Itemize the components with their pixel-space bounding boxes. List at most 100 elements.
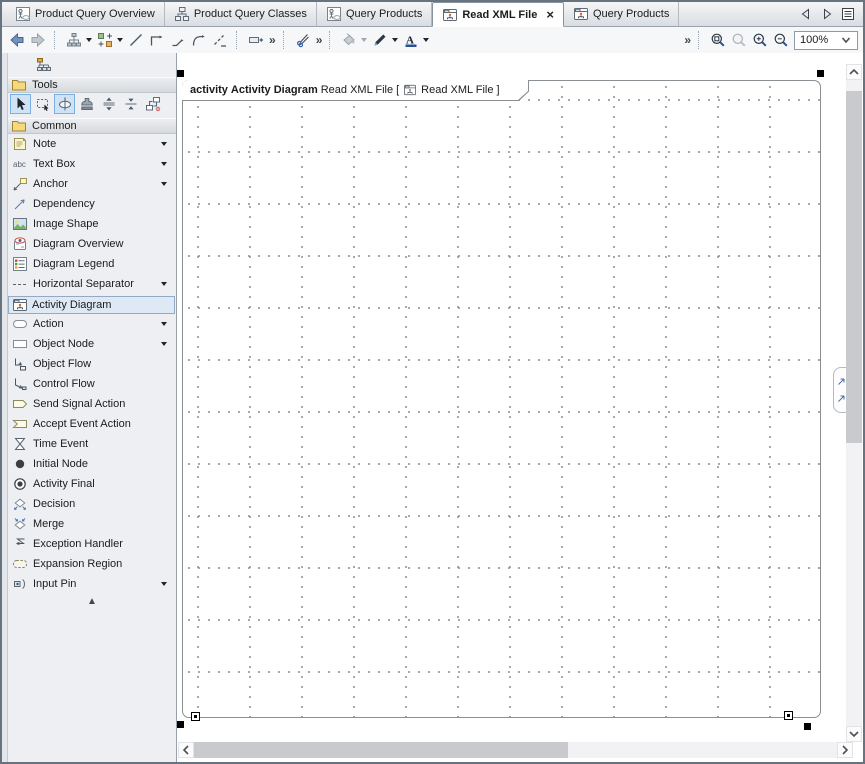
vertical-scrollbar[interactable] [846,64,862,742]
align-shapes-button[interactable] [95,29,115,51]
previous-tab-button[interactable] [798,6,814,22]
line-color-button-dropdown-icon[interactable] [392,38,398,42]
vertical-scroll-thumb[interactable] [846,91,862,443]
toolbar-overflow-chevron[interactable]: » [267,33,277,47]
vertical-sweeper-tool[interactable] [98,94,119,114]
palette-header-common[interactable]: Common [8,118,176,134]
curved-line-button[interactable] [189,29,209,51]
frame-header[interactable]: activity Activity Diagram Read XML File … [182,80,528,100]
zoom-level-combo[interactable]: 100% [794,31,858,50]
split-view-button[interactable] [293,29,313,51]
diagram-canvas[interactable]: activity Activity Diagram Read XML File … [177,53,863,762]
scroll-up-button[interactable] [846,64,862,80]
palette-item-diagram-legend[interactable]: Diagram Legend [8,254,176,274]
palette-item-expansion-region[interactable]: Expansion Region [8,554,176,574]
palette-item-image-shape[interactable]: Image Shape [8,214,176,234]
selection-handle-top-right[interactable] [817,70,824,77]
palette-item-anchor[interactable]: Anchor [8,174,176,194]
layout-diagram-button[interactable] [64,29,84,51]
palette-item-dropdown-icon[interactable] [161,582,167,586]
activity-frame[interactable]: activity Activity Diagram Read XML File … [182,80,821,718]
palette-item-dependency[interactable]: Dependency [8,194,176,214]
palette-scroll-up-button[interactable]: ▲ [8,594,176,608]
resize-handle-bottom-left[interactable] [191,712,200,721]
selection-handle-bottom-left[interactable] [177,721,184,728]
scroll-down-button[interactable] [846,726,862,742]
tab-close-icon[interactable]: × [546,8,554,21]
palette-item-input-pin[interactable]: Input Pin [8,574,176,594]
palette-item-object-flow[interactable]: Object Flow [8,354,176,374]
palette-item-dropdown-icon[interactable] [161,162,167,166]
palette-item-action[interactable]: Action [8,314,176,334]
font-color-button-dropdown-icon[interactable] [423,38,429,42]
next-tab-button[interactable] [819,6,835,22]
scroll-right-button[interactable] [837,742,853,758]
line-straight-icon [128,32,144,48]
palette-section-activity-diagram[interactable]: Activity Diagram [8,296,175,314]
palette-item-decision[interactable]: Decision [8,494,176,514]
zoom-out-button[interactable] [771,29,791,51]
forward-button [28,29,48,51]
selection-handle-bottom-right[interactable] [804,723,811,730]
palette-item-activity-final[interactable]: Activity Final [8,474,176,494]
palette-item-object-node[interactable]: Object Node [8,334,176,354]
align-shapes-button-dropdown-icon[interactable] [117,38,123,42]
palette-item-text-box[interactable]: abcText Box [8,154,176,174]
palette-header-tools[interactable]: Tools [8,77,176,93]
palette-item-merge[interactable]: Merge [8,514,176,534]
palette-item-horizontal-separator[interactable]: Horizontal Separator [8,274,176,294]
tab-product-query-classes[interactable]: Product Query Classes [165,2,317,26]
palette-item-dropdown-icon[interactable] [161,182,167,186]
straight-line-button[interactable] [126,29,146,51]
palette-item-control-flow[interactable]: Control Flow [8,374,176,394]
tab-query-products[interactable]: Query Products [564,2,679,26]
horizontal-scroll-thumb[interactable] [194,742,568,758]
palette-item-note[interactable]: Note [8,134,176,154]
palette-item-dropdown-icon[interactable] [161,322,167,326]
palette-item-dropdown-icon[interactable] [161,342,167,346]
palette-section-label: Activity Diagram [32,299,111,311]
diagram-legend-icon [12,256,28,272]
marquee-tool[interactable] [32,94,53,114]
tab-query-products[interactable]: Query Products [317,2,432,26]
oblique-line-button[interactable] [168,29,188,51]
font-color-button[interactable]: A [401,29,421,51]
back-button[interactable] [7,29,27,51]
palette-item-send-signal-action[interactable]: Send Signal Action [8,394,176,414]
selection-handle-top-left[interactable] [177,70,184,77]
fill-color-button-dropdown-icon[interactable] [361,38,367,42]
scroll-left-button[interactable] [178,742,194,758]
tab-product-query-overview[interactable]: Product Query Overview [6,2,165,26]
combo-arrow-icon[interactable] [838,32,854,48]
sweeper-tool[interactable] [54,94,75,114]
toolbar-overflow-chevron[interactable]: » [314,33,324,47]
resize-handle-bottom-right[interactable] [784,711,793,720]
zoom-fit-button[interactable] [708,29,728,51]
palette-item-diagram-overview[interactable]: Diagram Overview [8,234,176,254]
layout-diagram-button-dropdown-icon[interactable] [86,38,92,42]
palette-item-label: Diagram Legend [33,258,169,270]
magnet-tool[interactable] [76,94,97,114]
tab-list-button[interactable] [840,6,856,22]
palette-item-accept-event-action[interactable]: Accept Event Action [8,414,176,434]
line-color-button[interactable] [370,29,390,51]
palette-item-time-event[interactable]: Time Event [8,434,176,454]
tab-read-xml-file[interactable]: Read XML File× [432,2,564,27]
diagram-navigator-icon[interactable] [36,57,52,73]
zoom-actual-icon [731,32,747,48]
dashed-line-button[interactable] [210,29,230,51]
palette-item-dropdown-icon[interactable] [161,142,167,146]
horizontal-scrollbar[interactable] [178,742,853,758]
swap-diagram-tool[interactable] [142,94,163,114]
palette-item-dropdown-icon[interactable] [161,282,167,286]
connector-caption-button[interactable] [246,29,266,51]
squeeze-tool[interactable] [120,94,141,114]
palette-item-initial-node[interactable]: Initial Node [8,454,176,474]
zoom-in-button[interactable] [750,29,770,51]
object-node-icon [12,336,28,352]
rectilinear-line-button[interactable] [147,29,167,51]
cursor-tool[interactable] [10,94,31,114]
tools-row [8,93,176,115]
toolbar-overflow-chevron[interactable]: » [682,33,692,47]
palette-item-exception-handler[interactable]: Exception Handler [8,534,176,554]
